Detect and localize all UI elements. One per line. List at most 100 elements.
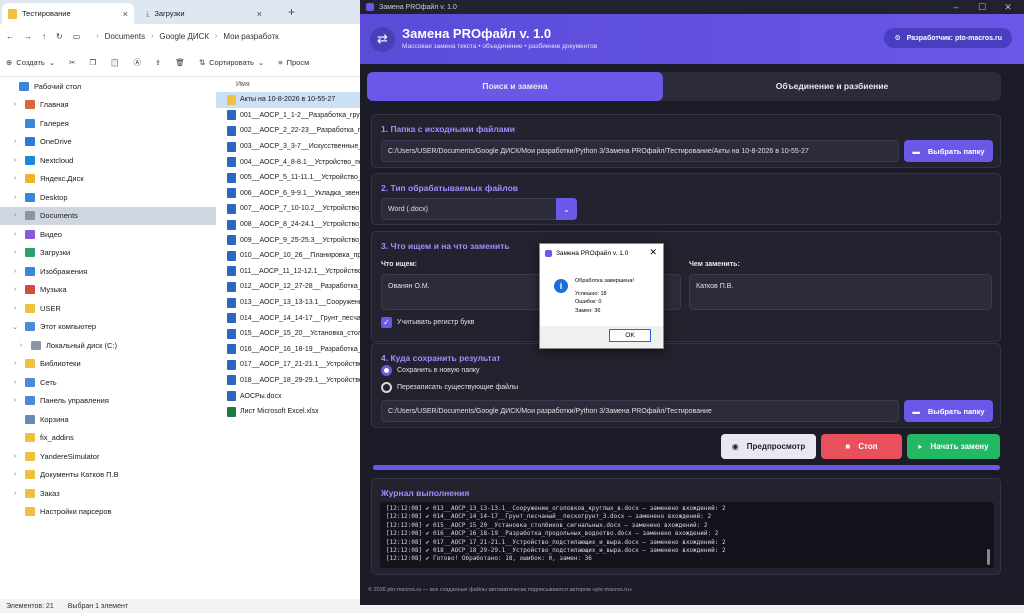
source-path-input[interactable]: C:/Users/USER/Documents/Google ДИСК/Мои … <box>381 140 899 162</box>
chevron-icon[interactable]: › <box>10 157 20 164</box>
explorer-tab-downloads[interactable]: ⤓ Загрузки × <box>140 3 268 24</box>
new-tab-button[interactable]: + <box>288 5 295 19</box>
nav-item[interactable]: › Документы Катков П.В <box>0 466 216 485</box>
nav-item[interactable]: ⌄ Этот компьютер <box>0 318 216 337</box>
breadcrumb[interactable]: › Documents › Google ДИСК › Мои разработк <box>96 32 278 41</box>
chevron-icon[interactable]: › <box>10 379 20 386</box>
file-row[interactable]: 002__АОСР_2_22-23__Разработка_гру <box>216 123 360 139</box>
tab-search-replace[interactable]: Поиск и замена <box>367 72 663 101</box>
nav-item[interactable]: › Панель управления <box>0 392 216 411</box>
create-button[interactable]: ⊕ Создать ⌄ <box>6 58 55 67</box>
nav-item[interactable]: › Библиотеки <box>0 355 216 374</box>
log-scrollbar[interactable] <box>987 549 990 565</box>
chevron-icon[interactable]: › <box>10 194 20 201</box>
browse-source-button[interactable]: ▬ Выбрать папку <box>904 140 993 162</box>
case-sensitive-checkbox[interactable]: ✓ Учитывать регистр букв <box>381 317 474 328</box>
file-row[interactable]: 015__АОСР_15_20__Установка_столби <box>216 326 360 342</box>
chevron-icon[interactable]: › <box>10 286 20 293</box>
nav-item[interactable]: Галерея <box>0 114 216 133</box>
nav-item[interactable]: › Локальный диск (C:) <box>0 336 216 355</box>
up-icon[interactable]: ↑ <box>42 32 46 41</box>
replace-field[interactable]: Катков П.В. <box>689 274 992 310</box>
nav-item[interactable]: › Загрузки <box>0 244 216 263</box>
share-icon[interactable]: ⇪ <box>155 58 161 67</box>
file-row[interactable]: 005__АОСР_5_11-11.1__Устройство_п <box>216 170 360 186</box>
copy-icon[interactable]: ❐ <box>89 58 96 67</box>
chevron-icon[interactable]: › <box>10 490 20 497</box>
stop-button[interactable]: ■ Стоп <box>821 434 902 459</box>
browse-output-button[interactable]: ▬ Выбрать папку <box>904 400 993 422</box>
file-row[interactable]: 011__АОСР_11_12-12.1__Устройство_ <box>216 264 360 280</box>
file-row[interactable]: Акты на 10-8-2026 в 10-55-27 <box>216 92 360 108</box>
chevron-down-icon[interactable]: ⌄ <box>556 198 577 220</box>
nav-item[interactable]: › Сеть <box>0 373 216 392</box>
nav-item[interactable]: Рабочий стол <box>0 77 216 96</box>
nav-item[interactable]: › Изображения <box>0 262 216 281</box>
nav-item[interactable]: › Desktop <box>0 188 216 207</box>
column-header-name[interactable]: Имя <box>216 77 360 92</box>
file-row[interactable]: 003__АОСР_3_3-7__Искусственные_с <box>216 139 360 155</box>
chevron-icon[interactable]: › <box>10 397 20 404</box>
paste-icon[interactable]: 📋 <box>110 58 119 67</box>
nav-item[interactable]: fix_addins <box>0 429 216 448</box>
close-icon[interactable]: ✕ <box>649 247 657 258</box>
file-row[interactable]: 017__АОСР_17_21-21.1__Устройство_ <box>216 357 360 373</box>
cut-icon[interactable]: ✂ <box>69 58 75 67</box>
rename-icon[interactable]: Ⓐ <box>133 57 141 68</box>
nav-item[interactable]: › Documents <box>0 206 216 225</box>
file-row[interactable]: Лист Microsoft Excel.xlsx <box>216 404 360 420</box>
sort-button[interactable]: ⇅ Сортировать ⌄ <box>199 58 264 67</box>
file-row[interactable]: 018__АОСР_18_29-29.1__Устройство_ <box>216 373 360 389</box>
chevron-icon[interactable]: › <box>16 342 26 349</box>
chevron-icon[interactable]: › <box>10 471 20 478</box>
close-icon[interactable]: × <box>123 9 128 19</box>
ok-button[interactable]: OK <box>609 329 651 342</box>
file-row[interactable]: АОСРы.docx <box>216 388 360 404</box>
file-row[interactable]: 009__АОСР_9_25-25.3__Устройство_п <box>216 232 360 248</box>
forward-icon[interactable]: → <box>24 32 32 41</box>
nav-item[interactable]: › Nextcloud <box>0 151 216 170</box>
nav-item[interactable]: Корзина <box>0 410 216 429</box>
file-row[interactable]: 008__АОСР_8_24-24.1__Устройство_п <box>216 217 360 233</box>
nav-item[interactable]: › Музыка <box>0 281 216 300</box>
chevron-icon[interactable]: › <box>10 268 20 275</box>
refresh-icon[interactable]: ↻ <box>56 32 63 41</box>
explorer-tab-testing[interactable]: Тестирование × <box>2 3 134 24</box>
file-row[interactable]: 006__АОСР_6_9-9.1__Укладка_звенье <box>216 186 360 202</box>
output-path-input[interactable]: C:/Users/USER/Documents/Google ДИСК/Мои … <box>381 400 899 422</box>
file-row[interactable]: 007__АОСР_7_10-10.2__Устройство_п <box>216 201 360 217</box>
file-row[interactable]: 010__АОСР_10_26__Планировка_при <box>216 248 360 264</box>
chevron-icon[interactable]: › <box>10 231 20 238</box>
breadcrumb-item[interactable]: Мои разработк <box>223 32 278 41</box>
nav-item[interactable]: › Главная <box>0 96 216 115</box>
chevron-icon[interactable]: › <box>10 101 20 108</box>
chevron-icon[interactable]: › <box>10 212 20 219</box>
preview-button[interactable]: ◉ Предпросмотр <box>721 434 816 459</box>
close-icon[interactable]: ✕ <box>996 0 1020 14</box>
nav-item[interactable]: › Яндекс.Диск <box>0 170 216 189</box>
close-icon[interactable]: × <box>257 9 262 19</box>
file-row[interactable]: 016__АОСР_16_18-19__Разработка_пр <box>216 342 360 358</box>
file-row[interactable]: 014__АОСР_14_14-17__Грунт_песчаны <box>216 310 360 326</box>
radio-new-folder[interactable]: Сохранить в новую папку <box>381 365 480 376</box>
maximize-icon[interactable]: ☐ <box>970 0 994 14</box>
chevron-icon[interactable]: ⌄ <box>10 323 20 331</box>
view-button[interactable]: ≡ Просм <box>278 58 309 67</box>
log-output[interactable]: [12:12:08] ✔ 013__АОСР_13_13-13.1__Соору… <box>380 502 994 568</box>
chevron-icon[interactable]: › <box>10 453 20 460</box>
chevron-icon[interactable]: › <box>10 175 20 182</box>
file-row[interactable]: 012__АОСР_12_27-28__Разработка_гр <box>216 279 360 295</box>
start-button[interactable]: ▸ Начать замену <box>907 434 1000 459</box>
minimize-icon[interactable]: – <box>944 0 968 14</box>
chevron-icon[interactable]: › <box>10 360 20 367</box>
chevron-icon[interactable]: › <box>10 305 20 312</box>
nav-item[interactable]: › Видео <box>0 225 216 244</box>
nav-item[interactable]: › USER <box>0 299 216 318</box>
developer-button[interactable]: ⚙ Разработчик: pto-macros.ru <box>884 28 1012 48</box>
file-row[interactable]: 001__АОСР_1_1-2__Разработка_грунт <box>216 108 360 124</box>
file-type-select[interactable]: Word (.docx) <box>381 198 577 220</box>
nav-item[interactable]: › OneDrive <box>0 133 216 152</box>
delete-icon[interactable]: 🗑 <box>175 58 185 67</box>
chevron-icon[interactable]: › <box>10 249 20 256</box>
radio-overwrite[interactable]: Перезаписать существующие файлы <box>381 382 518 393</box>
